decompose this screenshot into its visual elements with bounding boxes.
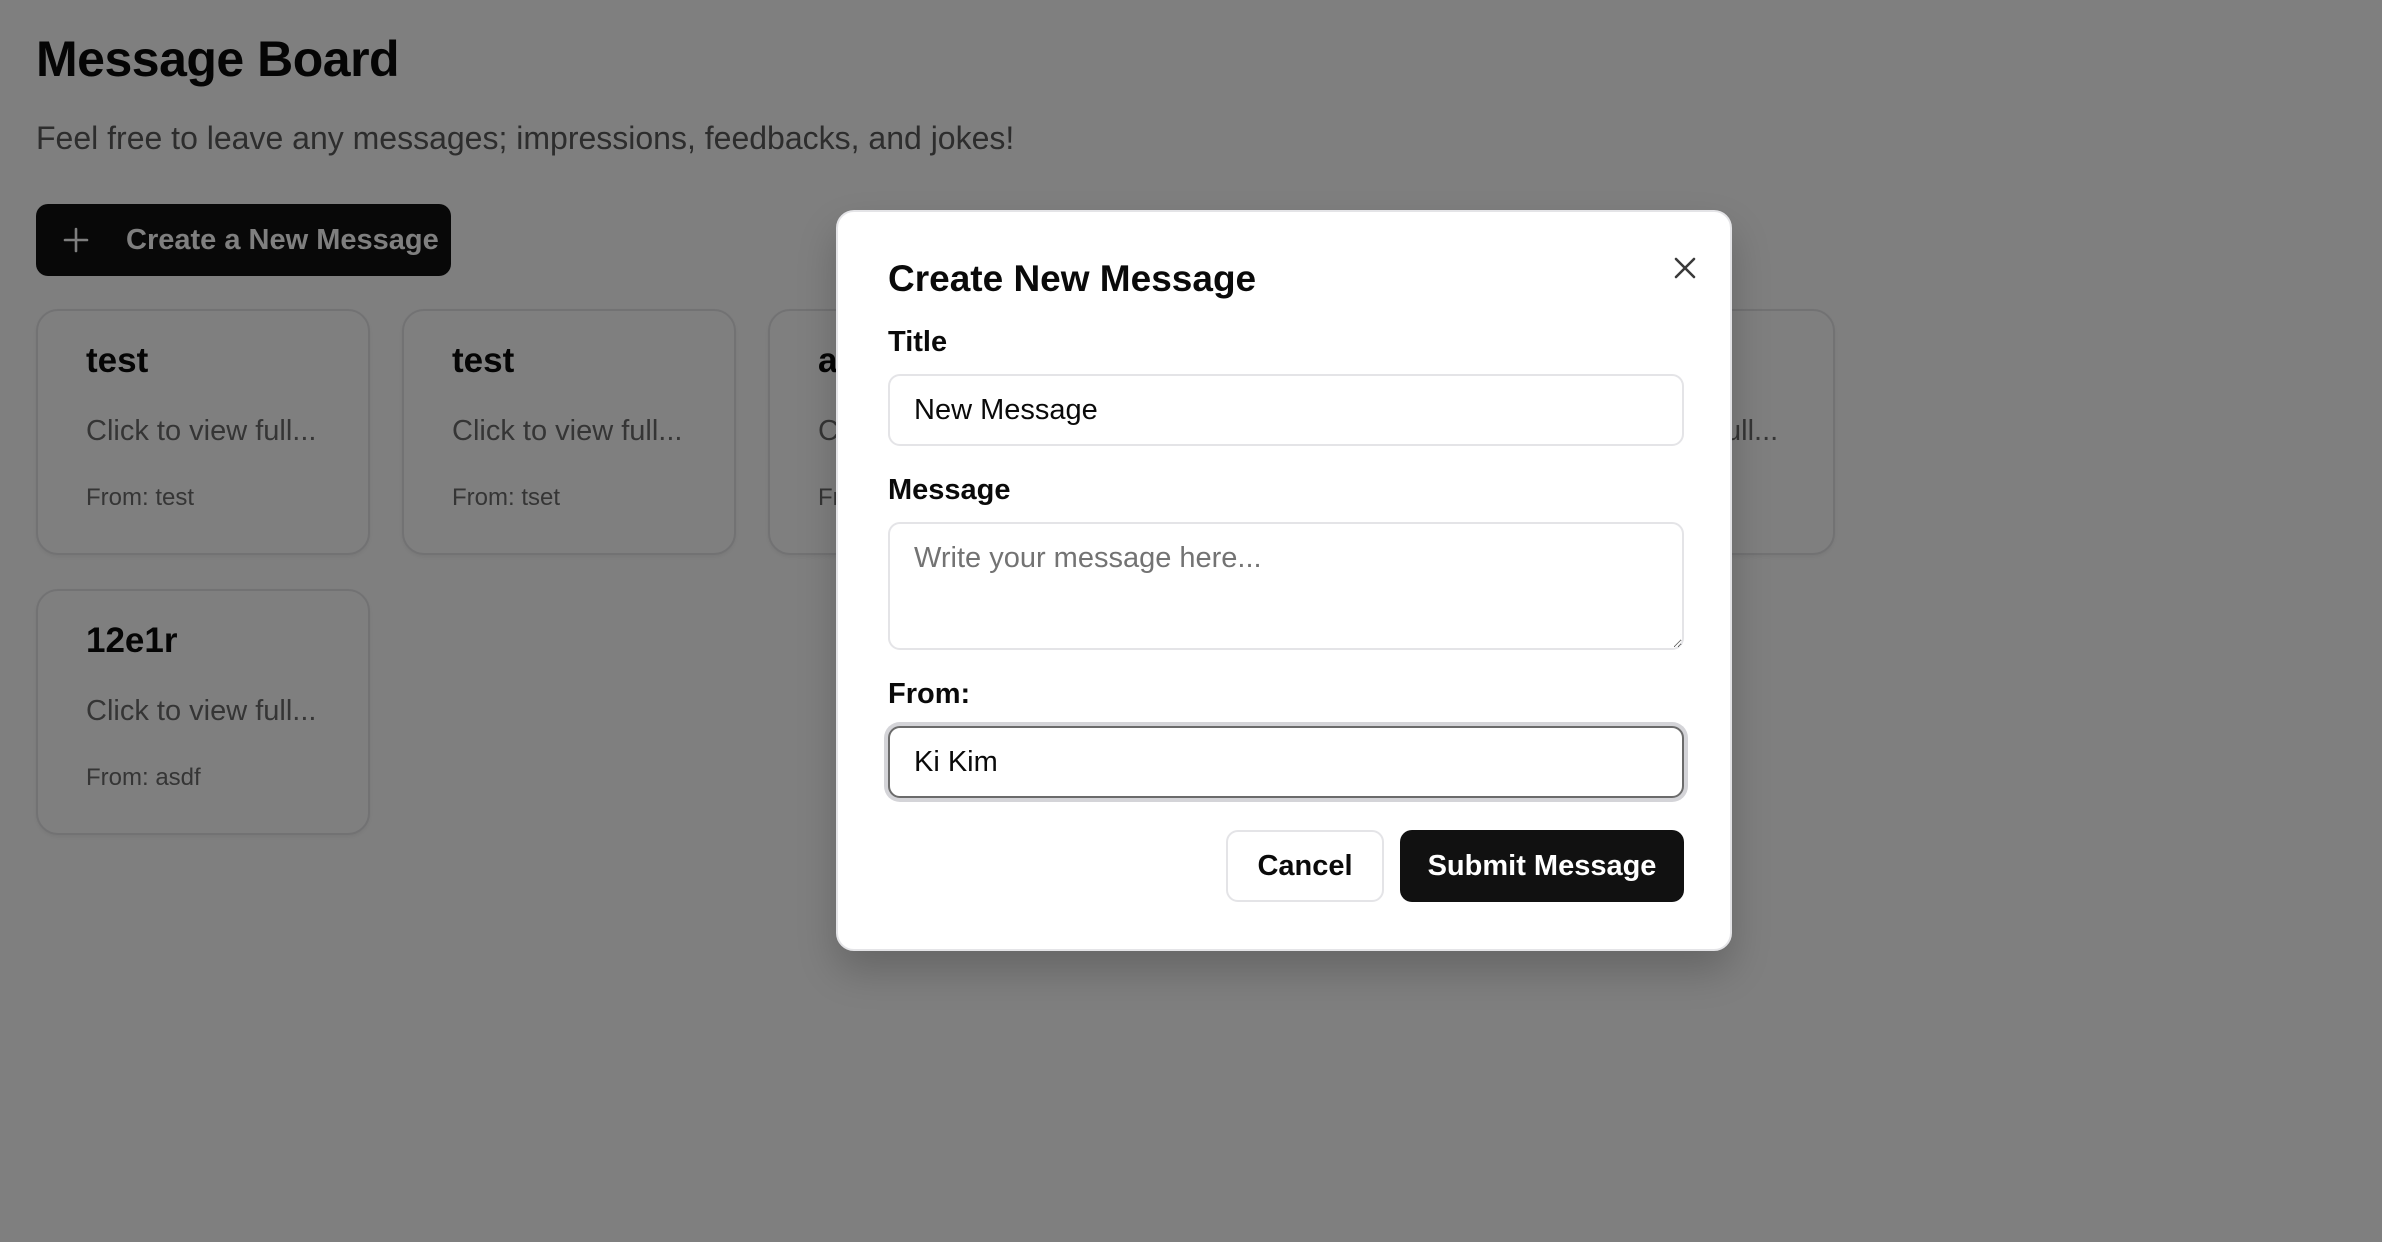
close-button[interactable] — [1663, 246, 1707, 290]
message-board-page: Message Board Feel free to leave any mes… — [0, 0, 2382, 1242]
message-textarea[interactable] — [888, 522, 1684, 650]
dialog-title: Create New Message — [888, 258, 1257, 299]
title-label: Title — [888, 326, 948, 358]
close-icon — [1674, 257, 1696, 279]
from-input[interactable] — [888, 726, 1684, 798]
cancel-button[interactable]: Cancel — [1226, 830, 1384, 902]
from-label: From: — [888, 678, 971, 710]
message-label: Message — [888, 474, 1011, 506]
title-input[interactable] — [888, 374, 1684, 446]
create-message-dialog: Create New Message Title Message From: C… — [836, 210, 1732, 951]
submit-message-button[interactable]: Submit Message — [1400, 830, 1684, 902]
